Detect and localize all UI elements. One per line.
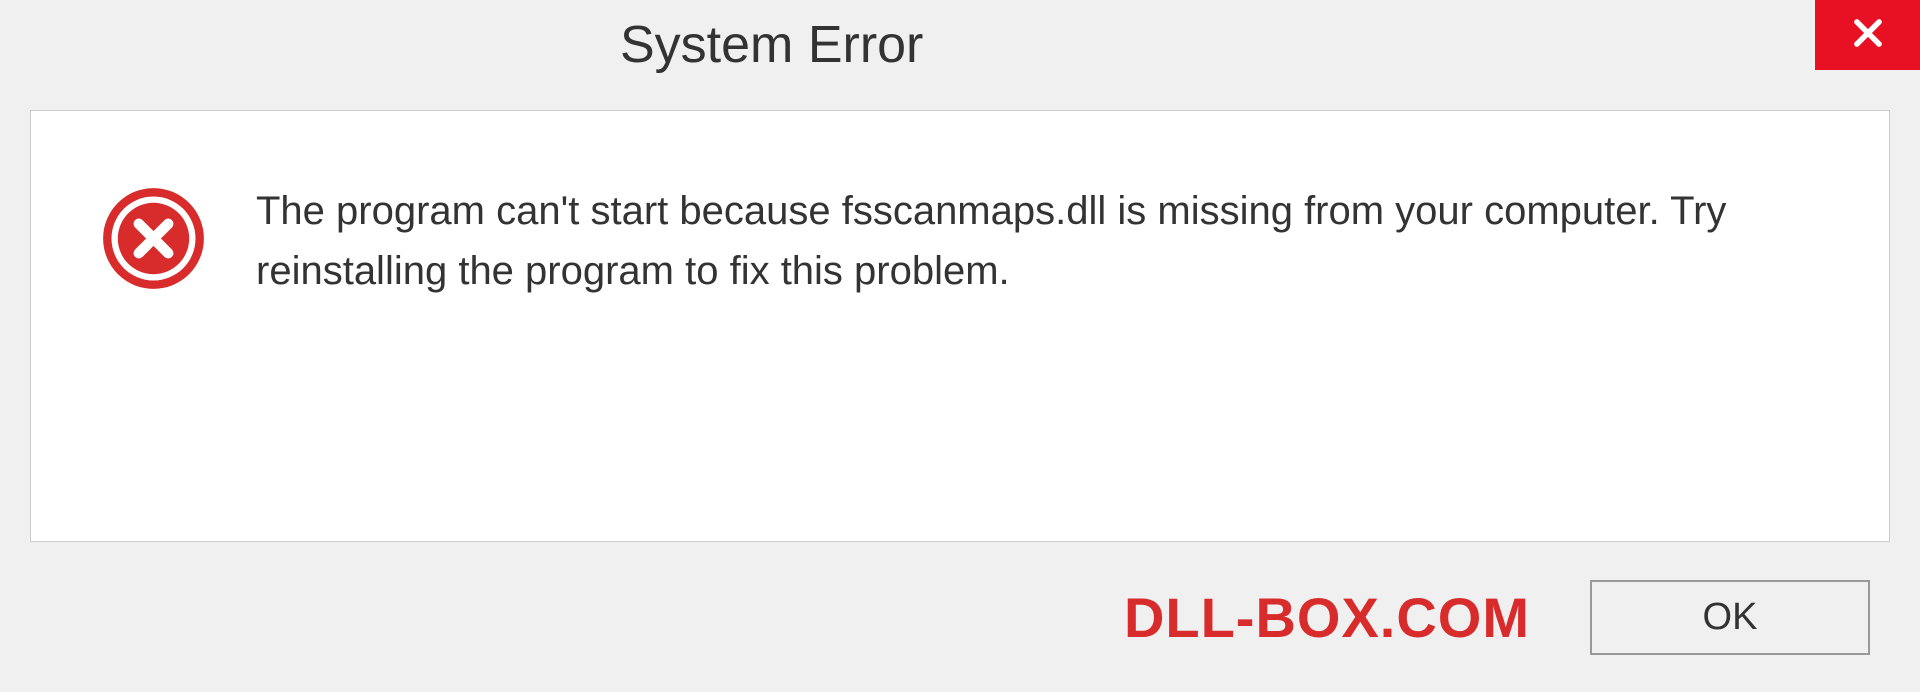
dialog-title: System Error xyxy=(620,15,923,75)
error-message: The program can't start because fsscanma… xyxy=(256,181,1829,301)
watermark-text: DLL-BOX.COM xyxy=(1124,585,1530,650)
content-area: The program can't start because fsscanma… xyxy=(30,110,1890,542)
close-icon xyxy=(1849,14,1887,57)
error-dialog: System Error The program can't start bec… xyxy=(0,0,1920,692)
ok-button[interactable]: OK xyxy=(1590,580,1870,655)
footer: DLL-BOX.COM OK xyxy=(0,542,1920,692)
ok-button-label: OK xyxy=(1703,596,1758,639)
close-button[interactable] xyxy=(1815,0,1920,70)
error-icon xyxy=(101,186,206,291)
titlebar: System Error xyxy=(0,0,1920,90)
